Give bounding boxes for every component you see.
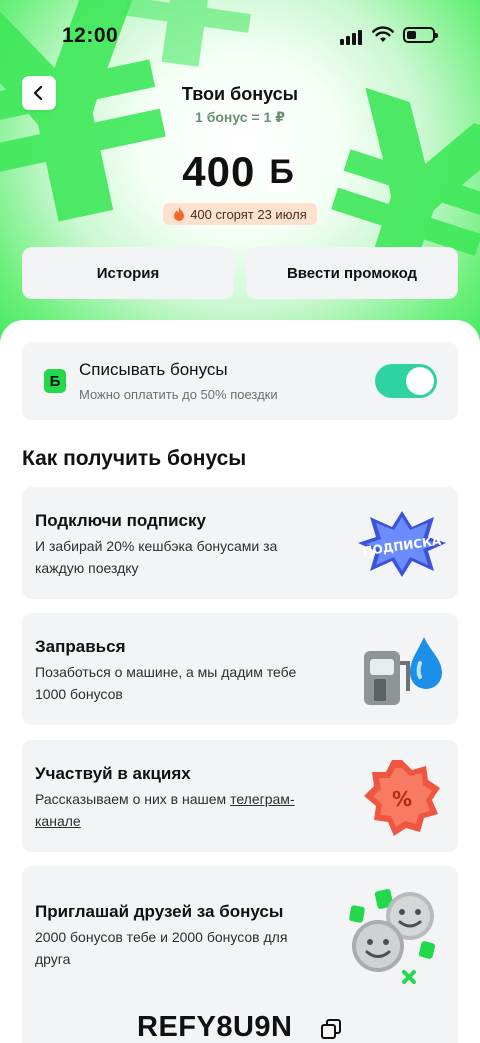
card-title: Участвуй в акциях [35,764,191,783]
enter-promocode-button[interactable]: Ввести промокод [246,247,458,299]
spend-bonuses-title: Списывать бонусы [79,360,228,379]
spend-bonuses-toggle[interactable] [375,364,437,398]
discount-badge-icon: % [364,760,440,836]
subscription-card[interactable]: Подключи подписку И забирай 20% кешбэка … [22,487,458,599]
cellular-signal-icon [340,29,364,45]
subscription-illustration: ПОДПИСКА [358,511,446,577]
spend-bonuses-subtitle: Можно оплатить до 50% поездки [79,387,278,402]
card-title: Приглашай друзей за бонусы [35,902,284,921]
card-title: Подключи подписку [35,511,206,530]
card-text: Позаботься о машине, а мы дадим тебе 100… [35,664,297,702]
bonus-logo-icon: Б [44,369,66,393]
discount-badge-label: % [392,787,412,811]
bonus-rate: 1 бонус = 1 ₽ [195,109,285,125]
copy-icon[interactable] [320,1018,342,1040]
friends-smiley-icon [349,889,436,984]
fuel-station-icon [364,637,442,705]
balance-currency: Б [265,152,298,192]
card-text-prefix: Рассказываем о них в нашем [35,791,231,807]
card-text: Рассказываем о них в нашем телеграм-кана… [35,788,325,832]
wifi-icon [372,26,394,42]
status-bar: 12:00 [0,0,480,70]
expire-badge: 400 сгорят 23 июля [163,203,317,225]
card-text: И забирай 20% кешбэка бонусами за каждую… [35,538,278,576]
card-title: Заправься [35,637,126,656]
expire-text: 400 сгорят 23 июля [190,206,307,222]
section-title: Как получить бонусы [22,447,247,470]
balance-amount: 400 [182,148,256,195]
battery-icon [403,27,438,43]
card-text: 2000 бонусов тебе и 2000 бонусов для дру… [35,929,288,967]
refuel-card[interactable]: Заправься Позаботься о машине, а мы дади… [22,613,458,725]
history-button[interactable]: История [22,247,234,299]
fire-icon [174,207,185,221]
bonus-balance: 400 Б [0,148,480,196]
status-time: 12:00 [62,24,119,47]
page-title: Твои бонусы [181,84,299,104]
promotions-card[interactable]: Участвуй в акциях Рассказываем о них в н… [22,740,458,852]
promo-code: REFY8U9N [137,1011,293,1043]
